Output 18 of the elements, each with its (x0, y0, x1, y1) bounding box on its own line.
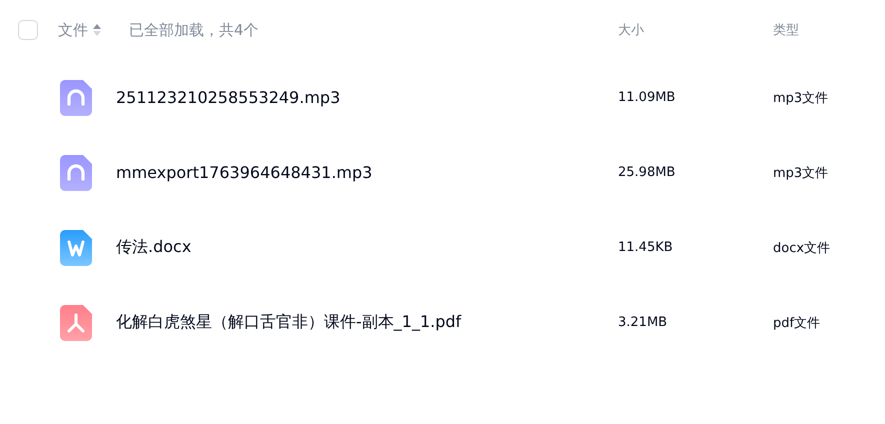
file-size: 3.21MB (618, 315, 668, 330)
column-header: 类型 (773, 22, 800, 39)
file-size: 11.45KB (618, 240, 674, 255)
sort-icon[interactable] (93, 23, 101, 37)
load-status: 已全部加载，共4个 (129, 20, 259, 40)
column-header: 大小 (618, 22, 645, 39)
file-size: 25.98MB (618, 165, 676, 180)
file-name[interactable]: 化解白虎煞星（解口舌官非）课件-副本_1_1.pdf (116, 312, 618, 333)
file-name[interactable]: 传法.docx (116, 237, 618, 258)
file-name[interactable]: 251123210258553249.mp3 (116, 88, 618, 107)
column-header[interactable]: 文件 (58, 20, 88, 40)
file-type: pdf文件 (773, 314, 822, 332)
file-name[interactable]: mmexport1763964648431.mp3 (116, 163, 618, 182)
file-type: docx文件 (773, 240, 832, 256)
file-type: mp3文件 (773, 90, 830, 106)
file-size: 11.09MB (618, 90, 676, 105)
file-type: mp3文件 (773, 164, 830, 182)
select-all-checkbox[interactable] (18, 20, 38, 40)
